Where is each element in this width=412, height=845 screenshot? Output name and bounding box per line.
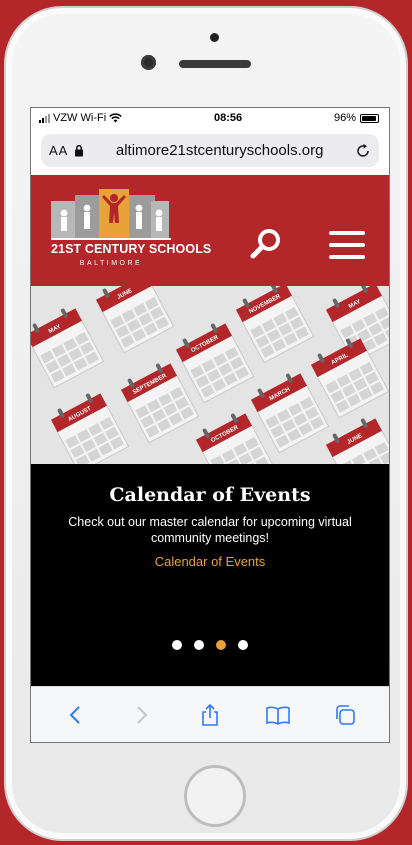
site-header: 21ST CENTURY SCHOOLS BALTIMORE xyxy=(31,175,389,286)
text-size-button[interactable]: AA xyxy=(49,143,68,158)
logo-subtitle: BALTIMORE xyxy=(79,260,143,267)
share-icon[interactable] xyxy=(196,701,224,729)
reload-icon[interactable] xyxy=(355,143,371,159)
battery-icon xyxy=(359,113,379,123)
address-bar[interactable]: AA altimore21stcenturyschools.org xyxy=(41,134,379,167)
sensor-dot xyxy=(210,33,219,42)
slide-title: Calendar of Events xyxy=(109,484,311,506)
carousel-dot-4[interactable] xyxy=(238,640,248,650)
carrier-group: VZW Wi-Fi xyxy=(39,112,122,124)
signal-icon xyxy=(39,113,50,123)
browser-toolbar xyxy=(31,686,389,742)
address-bar-area: AA altimore21stcenturyschools.org xyxy=(31,128,389,175)
front-camera xyxy=(141,55,156,70)
carousel-dot-2[interactable] xyxy=(194,640,204,650)
phone-screen: VZW Wi-Fi 08:56 96% AA altimore21stcentu… xyxy=(30,107,390,743)
calendar-tile: MARCH xyxy=(250,373,330,454)
wifi-icon xyxy=(109,113,122,123)
back-icon[interactable] xyxy=(61,701,89,729)
bookmarks-icon[interactable] xyxy=(264,701,292,729)
calendar-tile: MAY xyxy=(31,308,105,389)
slide-description: Check out our master calendar for upcomi… xyxy=(68,515,352,545)
carousel-dot-1[interactable] xyxy=(172,640,182,650)
home-button[interactable] xyxy=(184,765,246,827)
status-bar: VZW Wi-Fi 08:56 96% xyxy=(31,108,389,128)
hero-image: MAY JUNE OCTOBER NOVEMBER MAY AUGUST SEPTEMBER… xyxy=(31,286,389,464)
calendar-tile: JUNE xyxy=(95,286,175,354)
calendar-tile: NOVEMBER xyxy=(235,286,315,364)
logo-graphic-icon xyxy=(51,189,171,240)
battery-group: 96% xyxy=(334,112,379,124)
url-text[interactable]: altimore21stcenturyschools.org xyxy=(90,142,349,159)
clock: 08:56 xyxy=(213,112,243,124)
forward-icon[interactable] xyxy=(128,701,156,729)
tabs-icon[interactable] xyxy=(331,701,359,729)
lock-icon xyxy=(75,144,84,157)
earpiece-speaker xyxy=(179,60,251,68)
search-icon[interactable] xyxy=(249,227,283,261)
calendar-pattern: MAYJUNEOCTOBERNOVEMBER MAYAUGUSTSEPTEMBER… xyxy=(31,286,389,464)
calendar-tile: SEPTEMBER xyxy=(120,363,200,444)
carrier-label: VZW Wi-Fi xyxy=(53,112,107,124)
calendar-tile: OCTOBER xyxy=(175,323,255,404)
calendar-tile: AUGUST xyxy=(50,393,130,464)
battery-percent: 96% xyxy=(333,112,356,124)
carousel-dot-3[interactable] xyxy=(216,640,226,650)
carousel-dots xyxy=(31,640,389,650)
calendar-tile: JUNE xyxy=(325,418,389,464)
carousel-slide: Calendar of Events Check out our master … xyxy=(31,464,389,689)
logo-title: 21ST CENTURY SCHOOLS xyxy=(51,242,212,256)
calendar-of-events-link[interactable]: Calendar of Events xyxy=(31,554,389,569)
site-logo[interactable]: 21ST CENTURY SCHOOLS BALTIMORE xyxy=(51,189,212,274)
hamburger-menu-icon[interactable] xyxy=(329,231,365,259)
